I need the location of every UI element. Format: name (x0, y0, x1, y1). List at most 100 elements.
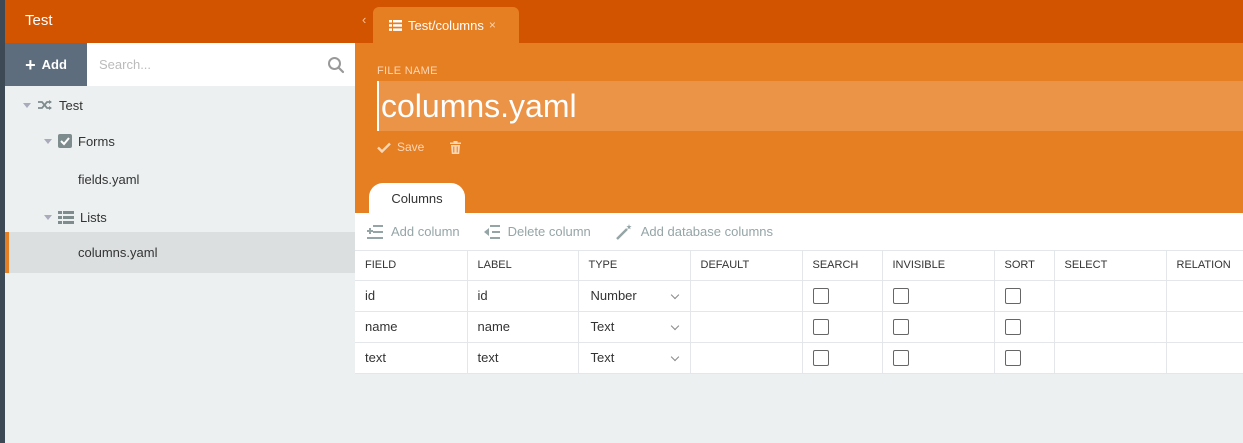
sidebar-toolbar: + Add (5, 43, 355, 86)
columns-table: FIELD LABEL TYPE DEFAULT SEARCH INVISIBL… (355, 251, 1243, 374)
add-database-columns-label: Add database columns (640, 224, 774, 239)
search-icon[interactable] (327, 56, 345, 74)
tab-label: Test/columns (408, 17, 484, 33)
column-header-select: SELECT (1054, 251, 1167, 281)
sidebar-title: Test (5, 0, 355, 43)
field-cell[interactable]: id (355, 280, 468, 312)
column-header-invisible: INVISIBLE (882, 251, 995, 281)
label-cell[interactable]: text (467, 342, 579, 374)
sort-cell (994, 342, 1055, 374)
select-cell[interactable] (1054, 342, 1167, 374)
tree-item-label: columns.yaml (78, 245, 158, 260)
file-name-input[interactable]: columns.yaml (377, 81, 1243, 131)
sort-checkbox[interactable] (1004, 287, 1021, 304)
column-header-default: DEFAULT (690, 251, 803, 281)
sort-checkbox[interactable] (1004, 349, 1021, 366)
select-cell[interactable] (1054, 280, 1167, 312)
add-button[interactable]: + Add (5, 43, 87, 86)
delete-column-button[interactable]: Delete column (483, 224, 591, 239)
search-checkbox[interactable] (812, 349, 829, 366)
tree-item-label: Test (59, 97, 83, 113)
tree-item-label: Lists (80, 209, 107, 225)
sort-checkbox[interactable] (1004, 318, 1021, 335)
column-header-search: SEARCH (802, 251, 883, 281)
column-header-sort: SORT (994, 251, 1055, 281)
type-select[interactable]: Text (578, 311, 691, 343)
add-column-label: Add column (391, 224, 460, 239)
type-value: Text (590, 350, 615, 365)
add-column-button[interactable]: Add column (367, 224, 460, 240)
type-value: Number (590, 288, 637, 303)
tab-columns[interactable]: Columns (369, 183, 465, 213)
add-database-columns-button[interactable]: Add database columns (615, 223, 773, 241)
table-row: text text Text (355, 342, 1243, 374)
tree-item-columns-yaml[interactable]: columns.yaml (5, 232, 355, 273)
close-icon[interactable]: × (489, 18, 496, 32)
checkbox-icon (58, 134, 72, 148)
collapse-sidebar-icon[interactable]: ‹ (362, 12, 366, 27)
tree-item-fields-yaml[interactable]: fields.yaml (5, 160, 355, 198)
sidebar: Test + Add Test (5, 0, 355, 443)
shuffle-icon (38, 100, 52, 110)
search-cell (802, 280, 883, 312)
column-header-relation: RELATION (1166, 251, 1243, 281)
tree-item-label: fields.yaml (78, 171, 140, 187)
search-cell (802, 342, 883, 374)
search-cell (802, 311, 883, 343)
search-checkbox[interactable] (812, 287, 829, 304)
add-button-label: Add (41, 57, 67, 72)
tree-item-test[interactable]: Test (5, 86, 355, 124)
search-box (87, 43, 355, 86)
invisible-checkbox[interactable] (892, 287, 909, 304)
relation-cell[interactable] (1166, 311, 1243, 343)
tree-item-label: Forms (78, 133, 115, 149)
tab-test-columns[interactable]: Test/columns × (373, 7, 519, 43)
tree-item-forms[interactable]: Forms (5, 122, 355, 160)
invisible-cell (882, 311, 995, 343)
outdent-icon (483, 224, 500, 239)
invisible-cell (882, 342, 995, 374)
chevron-down-icon (670, 352, 679, 361)
default-cell[interactable] (690, 311, 803, 343)
default-cell[interactable] (690, 280, 803, 312)
columns-toolbar: Add column Delete column Add database co… (355, 213, 1243, 251)
list-icon (58, 210, 74, 224)
column-header-type: TYPE (578, 251, 691, 281)
table-row: id id Number (355, 280, 1243, 312)
field-cell[interactable]: text (355, 342, 468, 374)
save-button[interactable]: Save (377, 140, 424, 154)
invisible-checkbox[interactable] (892, 349, 909, 366)
tree-item-lists[interactable]: Lists (5, 198, 355, 236)
magic-wand-icon (615, 223, 632, 240)
relation-cell[interactable] (1166, 342, 1243, 374)
search-checkbox[interactable] (812, 318, 829, 335)
trash-icon (450, 140, 462, 154)
sort-cell (994, 311, 1055, 343)
default-cell[interactable] (690, 342, 803, 374)
add-row-icon (367, 224, 383, 239)
caret-down-icon[interactable] (44, 214, 52, 220)
label-cell[interactable]: name (467, 311, 579, 343)
relation-cell[interactable] (1166, 280, 1243, 312)
field-cell[interactable]: name (355, 311, 468, 343)
check-icon (377, 142, 391, 153)
caret-down-icon[interactable] (44, 138, 52, 144)
search-input[interactable] (87, 43, 355, 86)
select-cell[interactable] (1054, 311, 1167, 343)
table-row: name name Text (355, 311, 1243, 343)
type-select[interactable]: Text (578, 342, 691, 374)
type-select[interactable]: Number (578, 280, 691, 312)
plus-icon: + (25, 54, 36, 75)
caret-down-icon[interactable] (23, 102, 31, 108)
delete-button[interactable] (450, 140, 462, 154)
column-header-field: FIELD (355, 251, 468, 281)
tab-bar: ‹ Test/columns × (355, 0, 1243, 43)
main-panel: ‹ Test/columns × FILE NAME columns.yaml … (355, 0, 1243, 443)
form-actions: Save (377, 140, 462, 154)
invisible-checkbox[interactable] (892, 318, 909, 335)
chevron-down-icon (670, 321, 679, 330)
label-cell[interactable]: id (467, 280, 579, 312)
save-label: Save (397, 140, 425, 154)
column-header-label: LABEL (467, 251, 579, 281)
list-icon (389, 19, 402, 31)
